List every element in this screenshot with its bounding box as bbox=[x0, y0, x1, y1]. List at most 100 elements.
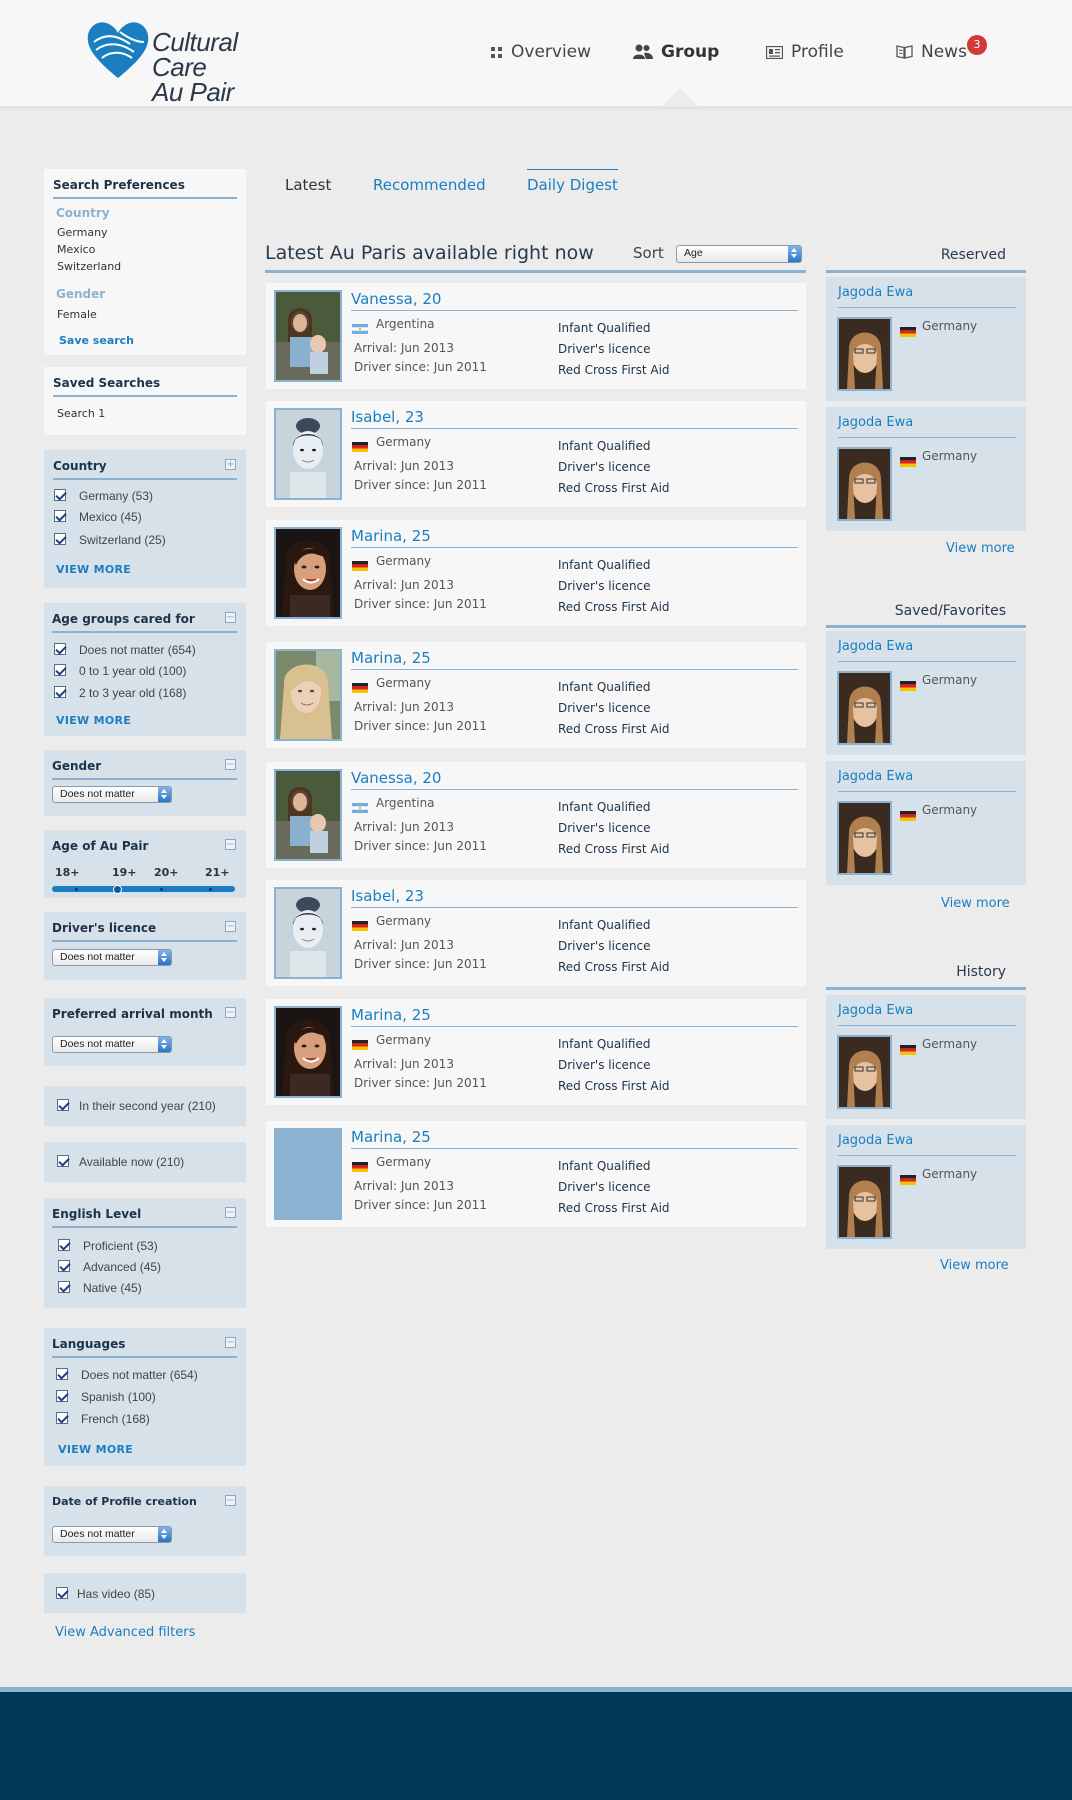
age-group-checkbox[interactable] bbox=[54, 643, 66, 655]
au-pair-photo[interactable] bbox=[274, 887, 342, 979]
expand-icon[interactable]: + bbox=[225, 459, 236, 470]
au-pair-name[interactable]: Marina, 25 bbox=[351, 1128, 431, 1146]
au-pair-name[interactable]: Vanessa, 20 bbox=[351, 290, 441, 308]
arrival-month-select[interactable]: Does not matter bbox=[52, 1036, 172, 1053]
tab-recommended[interactable]: Recommended bbox=[373, 176, 486, 194]
reserved-name[interactable]: Jagoda Ewa bbox=[838, 415, 913, 430]
history-card[interactable]: Jagoda Ewa Germany bbox=[826, 1125, 1026, 1249]
au-pair-card[interactable]: Marina, 25 Germany Arrival: Jun 2013 Driver… bbox=[266, 520, 806, 626]
reserved-card[interactable]: Jagoda Ewa Germany bbox=[826, 407, 1026, 531]
country-checkbox[interactable] bbox=[54, 510, 66, 522]
has-video-checkbox[interactable] bbox=[56, 1587, 68, 1599]
reserved-view-more[interactable]: View more bbox=[946, 541, 1015, 556]
collapse-icon[interactable]: − bbox=[225, 921, 236, 932]
age-groups-filter: Age groups cared for − Does not matter (… bbox=[44, 603, 246, 736]
history-view-more[interactable]: View more bbox=[940, 1258, 1009, 1273]
nav-profile[interactable]: Profile bbox=[765, 42, 844, 64]
au-pair-name[interactable]: Isabel, 23 bbox=[351, 887, 424, 905]
collapse-icon[interactable]: − bbox=[225, 839, 236, 850]
profile-date-select[interactable]: Does not matter bbox=[52, 1526, 172, 1543]
age-group-label: 2 to 3 year old (168) bbox=[79, 686, 187, 700]
available-now-checkbox[interactable] bbox=[57, 1155, 69, 1167]
au-pair-photo[interactable] bbox=[274, 408, 342, 500]
collapse-icon[interactable]: − bbox=[225, 1337, 236, 1348]
drivers-licence-select[interactable]: Does not matter bbox=[52, 949, 172, 966]
save-search-link[interactable]: Save search bbox=[59, 334, 134, 347]
nav-group[interactable]: Group bbox=[633, 42, 719, 64]
age-groups-view-more[interactable]: VIEW MORE bbox=[56, 714, 131, 727]
sort-label: Sort bbox=[633, 244, 664, 262]
germany-flag-icon bbox=[352, 556, 368, 571]
view-advanced-filters-link[interactable]: View Advanced filters bbox=[55, 1625, 195, 1640]
au-pair-card[interactable]: Vanessa, 20 Argentina Arrival: Jun 2013 Dri… bbox=[266, 762, 806, 868]
collapse-icon[interactable]: − bbox=[225, 1007, 236, 1018]
history-photo[interactable] bbox=[837, 1035, 892, 1109]
saved-view-more[interactable]: View more bbox=[941, 896, 1010, 911]
gender-select[interactable]: Does not matter bbox=[52, 786, 172, 803]
saved-name[interactable]: Jagoda Ewa bbox=[838, 769, 913, 784]
second-year-checkbox[interactable] bbox=[57, 1099, 69, 1111]
age-group-checkbox[interactable] bbox=[54, 664, 66, 676]
reserved-name[interactable]: Jagoda Ewa bbox=[838, 285, 913, 300]
sort-select[interactable]: Age bbox=[676, 245, 802, 263]
english-option-label: Advanced (45) bbox=[83, 1260, 162, 1274]
driver-since: Driver since: Jun 2011 bbox=[354, 1198, 487, 1212]
age-group-checkbox[interactable] bbox=[54, 686, 66, 698]
slider-handle[interactable] bbox=[113, 885, 122, 894]
age-group-label: 0 to 1 year old (100) bbox=[79, 664, 187, 678]
au-pair-photo[interactable] bbox=[274, 1006, 342, 1098]
saved-card[interactable]: Jagoda Ewa Germany bbox=[826, 631, 1026, 755]
au-pair-photo[interactable] bbox=[274, 527, 342, 619]
au-pair-card[interactable]: Marina, 25 Germany Arrival: Jun 2013 Driver… bbox=[266, 999, 806, 1105]
au-pair-name[interactable]: Marina, 25 bbox=[351, 1006, 431, 1024]
au-pair-name[interactable]: Vanessa, 20 bbox=[351, 769, 441, 787]
au-pair-name[interactable]: Marina, 25 bbox=[351, 527, 431, 545]
qualification-item: Red Cross First Aid bbox=[558, 1079, 670, 1093]
au-pair-card[interactable]: Vanessa, 20 Argentina Arrival: Jun 2013 Dri… bbox=[266, 283, 806, 389]
language-checkbox[interactable] bbox=[56, 1412, 68, 1424]
history-photo[interactable] bbox=[837, 1165, 892, 1239]
id-card-icon bbox=[765, 44, 784, 64]
age-range-slider[interactable] bbox=[52, 886, 235, 892]
saved-photo[interactable] bbox=[837, 671, 892, 745]
collapse-icon[interactable]: − bbox=[225, 1495, 236, 1506]
au-pair-card[interactable]: Marina, 25 Germany Arrival: Jun 2013 Driver… bbox=[266, 642, 806, 748]
english-checkbox[interactable] bbox=[58, 1260, 70, 1272]
au-pair-photo[interactable] bbox=[274, 769, 342, 861]
language-checkbox[interactable] bbox=[56, 1390, 68, 1402]
au-pair-country: Argentina bbox=[376, 317, 435, 331]
country-checkbox[interactable] bbox=[54, 489, 66, 501]
country-checkbox[interactable] bbox=[54, 533, 66, 545]
languages-view-more[interactable]: VIEW MORE bbox=[58, 1443, 133, 1456]
reserved-photo[interactable] bbox=[837, 317, 892, 391]
nav-overview[interactable]: Overview bbox=[490, 42, 591, 64]
english-checkbox[interactable] bbox=[58, 1281, 70, 1293]
tab-daily-digest[interactable]: Daily Digest bbox=[527, 169, 618, 194]
pref-country-label: Country bbox=[56, 206, 110, 220]
collapse-icon[interactable]: − bbox=[225, 612, 236, 623]
tab-latest[interactable]: Latest bbox=[285, 176, 331, 194]
saved-card[interactable]: Jagoda Ewa Germany bbox=[826, 761, 1026, 885]
history-card[interactable]: Jagoda Ewa Germany bbox=[826, 995, 1026, 1119]
saved-photo[interactable] bbox=[837, 801, 892, 875]
collapse-icon[interactable]: − bbox=[225, 759, 236, 770]
au-pair-card[interactable]: Isabel, 23 Germany Arrival: Jun 2013 Driver… bbox=[266, 401, 806, 507]
reserved-photo[interactable] bbox=[837, 447, 892, 521]
saved-search-item[interactable]: Search 1 bbox=[57, 407, 105, 420]
au-pair-card[interactable]: Isabel, 23 Germany Arrival: Jun 2013 Driver… bbox=[266, 880, 806, 986]
au-pair-name[interactable]: Marina, 25 bbox=[351, 649, 431, 667]
au-pair-photo[interactable] bbox=[274, 649, 342, 741]
saved-name[interactable]: Jagoda Ewa bbox=[838, 639, 913, 654]
au-pair-photo[interactable] bbox=[274, 290, 342, 382]
history-name[interactable]: Jagoda Ewa bbox=[838, 1133, 913, 1148]
nav-news[interactable]: News bbox=[896, 42, 967, 64]
reserved-card[interactable]: Jagoda Ewa Germany bbox=[826, 277, 1026, 401]
collapse-icon[interactable]: − bbox=[225, 1207, 236, 1218]
country-view-more[interactable]: VIEW MORE bbox=[56, 563, 131, 576]
history-name[interactable]: Jagoda Ewa bbox=[838, 1003, 913, 1018]
au-pair-name[interactable]: Isabel, 23 bbox=[351, 408, 424, 426]
english-checkbox[interactable] bbox=[58, 1239, 70, 1251]
language-checkbox[interactable] bbox=[56, 1368, 68, 1380]
au-pair-photo[interactable] bbox=[274, 1128, 342, 1220]
au-pair-card[interactable]: Marina, 25 Germany Arrival: Jun 2013 Driver… bbox=[266, 1121, 806, 1227]
